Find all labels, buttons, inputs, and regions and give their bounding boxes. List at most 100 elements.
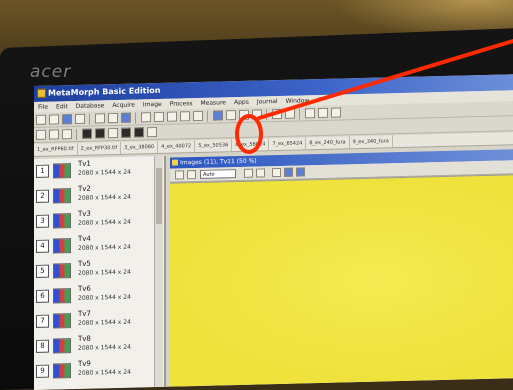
grid-icon[interactable] (121, 112, 131, 123)
overlay-icon[interactable] (331, 107, 341, 118)
zoom-icon[interactable] (305, 108, 315, 119)
zoom-in-icon[interactable] (244, 168, 253, 178)
thumbnail-image (53, 263, 71, 279)
thumbnail-size: 2080 x 1544 x 24 (78, 293, 131, 302)
tab-image-4[interactable]: 4_ex_40072 (158, 140, 196, 154)
thumbnail-name: Tv4 (78, 234, 91, 243)
tab-image-8[interactable]: 8_ex_240_fura (306, 136, 350, 151)
thumbnail-item[interactable]: 4 Tv4 2080 x 1544 x 24 (36, 233, 154, 260)
thumbnail-item[interactable]: 5 Tv5 2080 x 1544 x 24 (36, 258, 154, 285)
histogram-icon[interactable] (272, 108, 282, 120)
menu-edit[interactable]: Edit (52, 101, 72, 112)
fit-window-icon[interactable] (175, 170, 184, 180)
menu-measure[interactable]: Measure (196, 97, 230, 109)
thumbnail-image (53, 238, 71, 254)
thumbnail-name: Tv2 (78, 184, 91, 193)
menu-process[interactable]: Process (166, 98, 197, 110)
window-icon[interactable] (62, 129, 72, 140)
layout-two-icon[interactable] (95, 128, 105, 139)
thumbnail-panel: 1 Tv1 2080 x 1544 x 24 2 Tv2 2080 x 1544… (34, 155, 166, 390)
save-icon[interactable] (62, 114, 72, 125)
acquire-icon[interactable] (141, 112, 151, 123)
layout-one-icon[interactable] (82, 128, 92, 139)
measure-icon[interactable] (239, 109, 249, 120)
image-window: Images (11), Tv11 (50 %) Auto (170, 149, 513, 387)
thumbnail-image (53, 338, 71, 354)
magnify-icon[interactable] (272, 167, 281, 178)
thumbnail-number: 9 (36, 364, 49, 378)
menu-acquire[interactable]: Acquire (108, 99, 139, 111)
tab-image-7[interactable]: 7_ex_65424 (269, 137, 307, 152)
menu-database[interactable]: Database (72, 100, 109, 112)
zoom-select[interactable]: Auto (200, 169, 236, 179)
thumbnail-image (53, 213, 71, 229)
thumbnail-size: 2080 x 1544 x 24 (78, 368, 131, 377)
thumbnail-image (53, 363, 71, 379)
thumbnail-number: 7 (36, 314, 49, 328)
toolbar-separator (89, 113, 90, 125)
tab-image-5[interactable]: 5_ex_50536 (195, 139, 233, 154)
tab-image-9[interactable]: 9_ex_340_fura (349, 135, 393, 150)
snap-icon[interactable] (193, 110, 203, 122)
thumbnail-item[interactable]: 1 Tv1 2080 x 1544 x 24 (36, 158, 154, 185)
image-window-icon (172, 159, 178, 166)
color-mode-icon[interactable] (296, 167, 305, 177)
layout-number-icon[interactable] (108, 127, 118, 139)
thumbnail-name: Tv3 (78, 209, 91, 218)
thumbnail-name: Tv1 (78, 159, 91, 168)
menu-image[interactable]: Image (139, 99, 166, 111)
open-folder-icon[interactable] (49, 114, 59, 125)
menu-window[interactable]: Window (282, 95, 314, 107)
help-icon[interactable] (147, 126, 157, 138)
thumbnail-item[interactable]: 2 Tv2 2080 x 1544 x 24 (36, 183, 154, 210)
toolbar-separator (76, 128, 77, 140)
thumbnail-size: 2080 x 1544 x 24 (78, 193, 131, 202)
camera-icon[interactable] (154, 111, 164, 123)
scrollbar-thumb[interactable] (156, 167, 162, 225)
display-icon[interactable] (213, 110, 223, 121)
thumbnail-item[interactable]: 9 Tv9 2080 x 1544 x 24 (36, 358, 154, 385)
thumbnail-item[interactable]: 6 Tv6 2080 x 1544 x 24 (36, 283, 154, 310)
monitor-brand-logo: acer (30, 62, 72, 82)
menu-journal[interactable]: Journal (253, 96, 282, 108)
thumbnail-name: Tv7 (78, 309, 91, 318)
thumbnail-size: 2080 x 1544 x 24 (78, 243, 131, 252)
tab-image-3[interactable]: 3_ex_38080 (121, 140, 159, 155)
monitor-screen: MetaMorph Basic Edition File Edit Database… (34, 74, 513, 390)
paste-icon[interactable] (108, 112, 118, 124)
highlighted-tool-icon[interactable] (180, 111, 190, 122)
pan-icon[interactable] (318, 107, 328, 119)
image-canvas[interactable] (170, 174, 513, 387)
tab-image-6[interactable]: 6_ex_56024 (232, 138, 270, 153)
tab-image-2[interactable]: 2_ex_RFP30.tif (77, 141, 122, 156)
zoom-out-icon[interactable] (256, 168, 265, 178)
layout-three-icon[interactable] (121, 127, 131, 138)
image-list-icon[interactable] (187, 170, 196, 180)
thumbnail-size: 2080 x 1544 x 24 (78, 268, 131, 277)
pencil-icon[interactable] (36, 129, 46, 140)
tab-image-1[interactable]: 1_ex_RFP60.tif (34, 142, 78, 157)
print-icon[interactable] (75, 113, 85, 124)
thumbnail-item[interactable]: 7 Tv7 2080 x 1544 x 24 (36, 308, 154, 335)
brush-icon[interactable] (49, 129, 59, 140)
new-file-icon[interactable] (36, 114, 46, 125)
thumbnail-number: 3 (36, 214, 49, 228)
thumbnail-number: 8 (36, 339, 49, 353)
thumbnail-item[interactable]: 3 Tv3 2080 x 1544 x 24 (36, 208, 154, 235)
menu-apps[interactable]: Apps (230, 97, 253, 109)
thumbnail-item[interactable]: 8 Tv8 2080 x 1544 x 24 (36, 333, 154, 360)
stack-icon[interactable] (252, 109, 262, 120)
display-mode-icon[interactable] (284, 167, 293, 177)
stream-icon[interactable] (167, 111, 177, 122)
thumbnail-number: 5 (36, 264, 49, 278)
lookup-table-icon[interactable] (285, 108, 295, 119)
copy-icon[interactable] (95, 113, 105, 124)
thumbnail-number: 2 (36, 189, 49, 203)
thumbnail-size: 2080 x 1544 x 24 (78, 343, 131, 352)
menu-help[interactable]: ? (313, 95, 324, 106)
menu-file[interactable]: File (34, 102, 52, 113)
region-icon[interactable] (226, 110, 236, 121)
thumbnail-name: Tv8 (78, 334, 91, 343)
thumbnail-scrollbar[interactable] (154, 155, 163, 388)
layout-four-icon[interactable] (134, 127, 144, 138)
